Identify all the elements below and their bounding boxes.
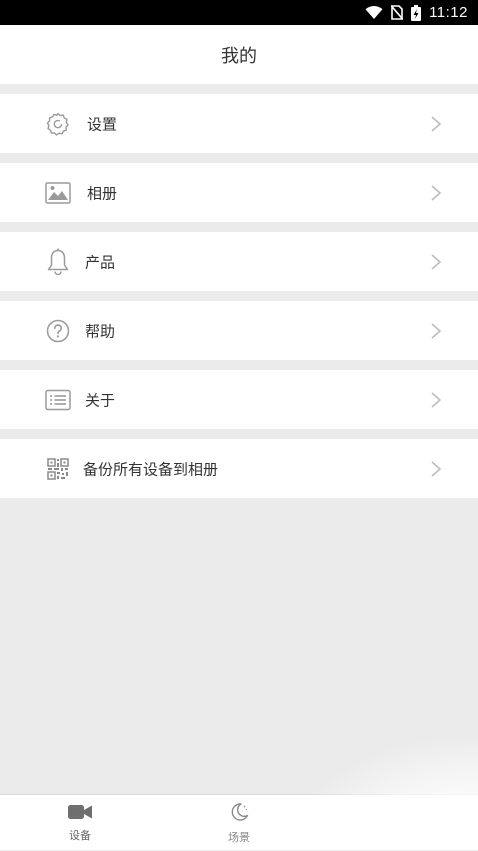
video-camera-icon (68, 804, 92, 824)
menu-item-label: 设置 (87, 115, 118, 133)
menu-item-label: 相册 (87, 184, 118, 202)
image-icon (44, 179, 72, 207)
menu-item-label: 产品 (85, 253, 116, 271)
about-list-icon (44, 386, 72, 414)
menu-item-settings[interactable]: 设置 (0, 94, 478, 153)
tab-devices[interactable]: 设备 (0, 795, 160, 851)
menu-item-products[interactable]: 产品 (0, 232, 478, 291)
status-bar: 11:12 (0, 0, 478, 25)
menu-item-label: 关于 (85, 391, 116, 409)
tab-label: 设备 (69, 828, 91, 842)
menu-item-album[interactable]: 相册 (0, 163, 478, 222)
menu-item-help[interactable]: 帮助 (0, 301, 478, 360)
page-title-bar: 我的 (0, 25, 478, 84)
menu-item-backup[interactable]: 备份所有设备到相册 (0, 439, 478, 498)
status-time: 11:12 (429, 4, 468, 21)
tab-label: 场景 (228, 830, 250, 844)
page-title: 我的 (221, 45, 257, 67)
qr-code-icon (44, 455, 72, 483)
menu-item-about[interactable]: 关于 (0, 370, 478, 429)
no-sim-icon (391, 5, 404, 20)
menu-item-label: 帮助 (85, 322, 116, 340)
wifi-icon (365, 5, 383, 19)
bell-icon (44, 248, 72, 276)
chevron-right-icon (431, 253, 442, 270)
moon-icon (229, 802, 249, 826)
chevron-right-icon (431, 115, 442, 132)
battery-charging-icon (411, 4, 422, 21)
tab-scenes[interactable]: 场景 (159, 795, 319, 851)
menu-item-label: 备份所有设备到相册 (83, 460, 219, 478)
chevron-right-icon (431, 460, 442, 477)
gear-icon (44, 110, 72, 138)
chevron-right-icon (431, 184, 442, 201)
chevron-right-icon (431, 322, 442, 339)
chevron-right-icon (431, 391, 442, 408)
help-circle-icon (44, 317, 72, 345)
bottom-tab-bar: 设备 场景 (0, 794, 478, 850)
